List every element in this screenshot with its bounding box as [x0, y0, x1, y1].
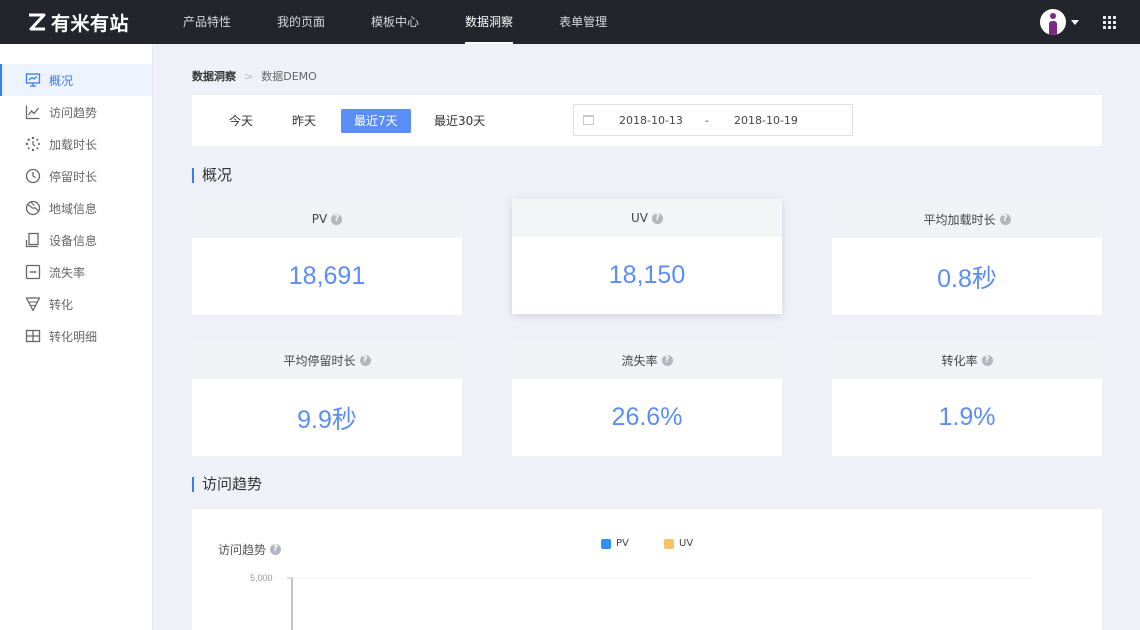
device-icon — [25, 232, 41, 248]
chevron-down-icon — [1071, 19, 1079, 25]
sidebar-item-overview[interactable]: 概况 — [0, 64, 152, 96]
sidebar-item-label: 设备信息 — [49, 233, 98, 248]
sidebar-item-label: 转化 — [49, 297, 74, 312]
nav-item-templates[interactable]: 模板中心 — [348, 0, 442, 44]
date-end: 2018-10-19 — [734, 114, 798, 127]
help-icon[interactable]: ? — [359, 354, 371, 366]
sidebar-item-stay-time[interactable]: 停留时长 — [0, 160, 152, 192]
loading-icon — [25, 136, 41, 152]
metric-value: 9.9秒 — [297, 405, 357, 434]
date-start: 2018-10-13 — [619, 114, 683, 127]
sidebar-item-conversion-detail[interactable]: 转化明细 — [0, 320, 152, 352]
sidebar-item-label: 流失率 — [49, 265, 86, 280]
breadcrumb: 数据洞察 > 数据DEMO — [192, 68, 317, 84]
nav-item-form-management[interactable]: 表单管理 — [536, 0, 630, 44]
avatar — [1040, 9, 1066, 35]
sidebar-item-region[interactable]: 地域信息 — [0, 192, 152, 224]
minus-box-icon — [25, 264, 41, 280]
sidebar-item-label: 概况 — [49, 73, 74, 88]
metric-value: 18,691 — [288, 262, 366, 290]
help-icon[interactable]: ? — [981, 354, 993, 366]
range-button-last-7-days[interactable]: 最近7天 — [341, 109, 411, 133]
nav-item-my-pages[interactable]: 我的页面 — [254, 0, 348, 44]
sidebar-item-label: 转化明细 — [49, 329, 98, 344]
date-range-picker[interactable]: 2018-10-13 - 2018-10-19 — [573, 104, 853, 136]
top-navigation-bar: 有米有站 产品特性 我的页面 模板中心 数据洞察 表单管理 — [0, 0, 1140, 44]
monitor-icon — [25, 72, 41, 88]
range-button-last-30-days[interactable]: 最近30天 — [421, 109, 498, 133]
metric-label: UV — [631, 211, 648, 225]
sidebar-item-label: 加载时长 — [49, 137, 98, 152]
app-logo[interactable]: 有米有站 — [26, 9, 129, 35]
metric-label: 平均加载时长 — [923, 212, 996, 227]
metric-card-conversion-rate: 转化率? 1.9% — [832, 341, 1102, 456]
globe-icon — [25, 200, 41, 216]
range-button-today[interactable]: 今天 — [216, 109, 266, 133]
sidebar: 概况 访问趋势 加载时长 停留时长 地域信息 设备信息 流失率 转化 转化明细 — [0, 44, 153, 630]
sidebar-item-label: 访问趋势 — [49, 105, 98, 120]
logo-text: 有米有站 — [51, 12, 130, 35]
sidebar-item-label: 地域信息 — [49, 201, 98, 216]
date-separator: - — [705, 114, 709, 127]
overview-section-title: 概况 — [192, 167, 232, 184]
nav-item-features[interactable]: 产品特性 — [160, 0, 254, 44]
help-icon[interactable]: ? — [652, 212, 663, 224]
metric-card-avg-stay-time: 平均停留时长? 9.9秒 — [192, 341, 462, 456]
metric-value: 0.8秒 — [937, 264, 997, 293]
metric-value: 1.9% — [938, 403, 996, 431]
metric-value: 18,150 — [608, 261, 686, 289]
breadcrumb-current: 数据DEMO — [261, 70, 317, 83]
help-icon[interactable]: ? — [661, 354, 673, 366]
range-button-yesterday[interactable]: 昨天 — [279, 109, 329, 133]
date-filter-bar: 今天 昨天 最近7天 最近30天 2018-10-13 - 2018-10-19 — [192, 95, 1102, 146]
trend-section-title: 访问趋势 — [192, 476, 262, 493]
app-grid-icon[interactable] — [1103, 16, 1116, 29]
logo-icon — [29, 13, 46, 31]
metric-card-pv: PV? 18,691 — [192, 200, 462, 315]
funnel-icon — [25, 296, 41, 312]
nav-item-data-insights[interactable]: 数据洞察 — [442, 0, 536, 44]
grid-icon — [25, 328, 41, 344]
calendar-icon — [583, 115, 594, 125]
sidebar-item-label: 停留时长 — [49, 169, 98, 184]
breadcrumb-root[interactable]: 数据洞察 — [192, 68, 236, 84]
line-chart-icon — [25, 104, 41, 120]
trend-chart-axes — [287, 577, 1032, 630]
metric-value: 26.6% — [611, 403, 683, 431]
help-icon[interactable]: ? — [999, 213, 1011, 225]
metric-card-avg-load-time: 平均加载时长? 0.8秒 — [832, 200, 1102, 315]
sidebar-item-bounce-rate[interactable]: 流失率 — [0, 256, 152, 288]
sidebar-item-conversion[interactable]: 转化 — [0, 288, 152, 320]
metric-label: PV — [311, 212, 328, 226]
sidebar-item-device[interactable]: 设备信息 — [0, 224, 152, 256]
metric-card-uv: UV? 18,150 — [512, 199, 782, 314]
sidebar-item-visit-trend[interactable]: 访问趋势 — [0, 96, 152, 128]
trend-chart-panel: 访问趋势 ? PV UV 5,000 — [192, 509, 1102, 630]
metric-label: 平均停留时长 — [283, 353, 356, 368]
sidebar-item-load-time[interactable]: 加载时长 — [0, 128, 152, 160]
clock-icon — [25, 168, 41, 184]
metric-card-bounce-rate: 流失率? 26.6% — [512, 341, 782, 456]
help-icon[interactable]: ? — [331, 213, 343, 225]
metric-label: 转化率 — [941, 353, 978, 368]
metric-label: 流失率 — [621, 353, 658, 368]
main-nav: 产品特性 我的页面 模板中心 数据洞察 表单管理 — [160, 0, 630, 44]
breadcrumb-separator-icon: > — [244, 69, 254, 83]
user-menu[interactable] — [1040, 9, 1079, 35]
